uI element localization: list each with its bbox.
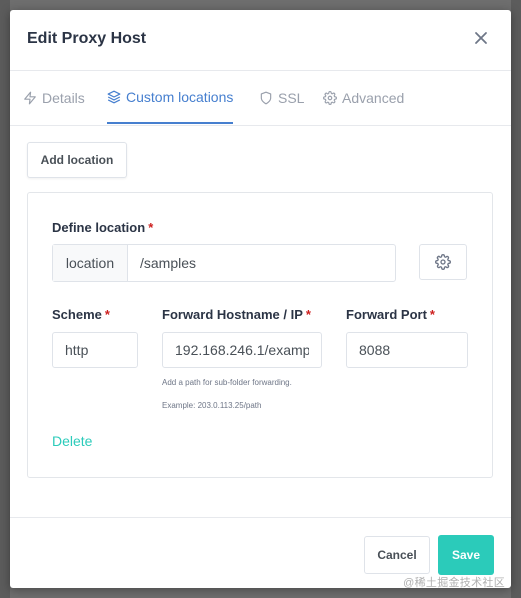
shield-icon: [260, 91, 272, 104]
cancel-button[interactable]: Cancel: [364, 536, 430, 574]
required-marker: *: [148, 220, 154, 235]
lightning-icon: [24, 91, 36, 104]
save-button[interactable]: Save: [438, 535, 494, 575]
location-path-input[interactable]: [128, 245, 395, 281]
tab-advanced-label: Advanced: [342, 89, 405, 106]
close-icon: [475, 32, 487, 44]
location-input-group: location: [52, 244, 396, 282]
hostname-help-text: Add a path for sub-folder forwarding.: [162, 378, 292, 387]
location-addon: location: [53, 245, 128, 281]
edit-proxy-host-modal: Edit Proxy Host Details Custom locations…: [10, 10, 511, 588]
modal-title: Edit Proxy Host: [27, 30, 147, 47]
gear-icon: [323, 90, 337, 105]
delete-location-link[interactable]: Delete: [52, 433, 92, 449]
required-marker: *: [104, 307, 110, 322]
forward-port-label: Forward Port *: [346, 307, 435, 322]
hostname-help-example: Example: 203.0.113.25/path: [162, 401, 262, 410]
forward-hostname-label: Forward Hostname / IP *: [162, 307, 311, 322]
location-card: Define location* location Scheme* Forwar…: [27, 192, 493, 478]
gear-icon: [435, 254, 451, 270]
tab-details[interactable]: Details: [23, 71, 85, 124]
backdrop-left: [0, 0, 10, 598]
add-location-button[interactable]: Add location: [27, 142, 127, 178]
tab-bar: Details Custom locations SSL Advanced: [10, 71, 511, 126]
tab-advanced[interactable]: Advanced: [323, 71, 404, 124]
forward-port-input[interactable]: [346, 332, 468, 368]
scheme-label: Scheme *: [52, 307, 110, 322]
tab-custom-locations[interactable]: Custom locations: [107, 71, 234, 124]
watermark: @稀土掘金技术社区: [403, 577, 505, 589]
tab-ssl[interactable]: SSL: [259, 71, 304, 124]
location-settings-button[interactable]: [419, 244, 467, 280]
modal-header: Edit Proxy Host: [10, 10, 511, 71]
tab-custom-locations-label: Custom locations: [126, 88, 234, 105]
scheme-input[interactable]: [52, 332, 138, 368]
tab-details-label: Details: [42, 89, 85, 106]
tab-ssl-label: SSL: [278, 89, 305, 106]
backdrop-right: [511, 0, 521, 598]
required-marker: *: [429, 307, 435, 322]
required-marker: *: [305, 307, 311, 322]
layers-icon: [107, 90, 121, 103]
forward-hostname-input[interactable]: [162, 332, 322, 368]
close-button[interactable]: [469, 26, 493, 50]
define-location-label: Define location *: [52, 220, 154, 235]
